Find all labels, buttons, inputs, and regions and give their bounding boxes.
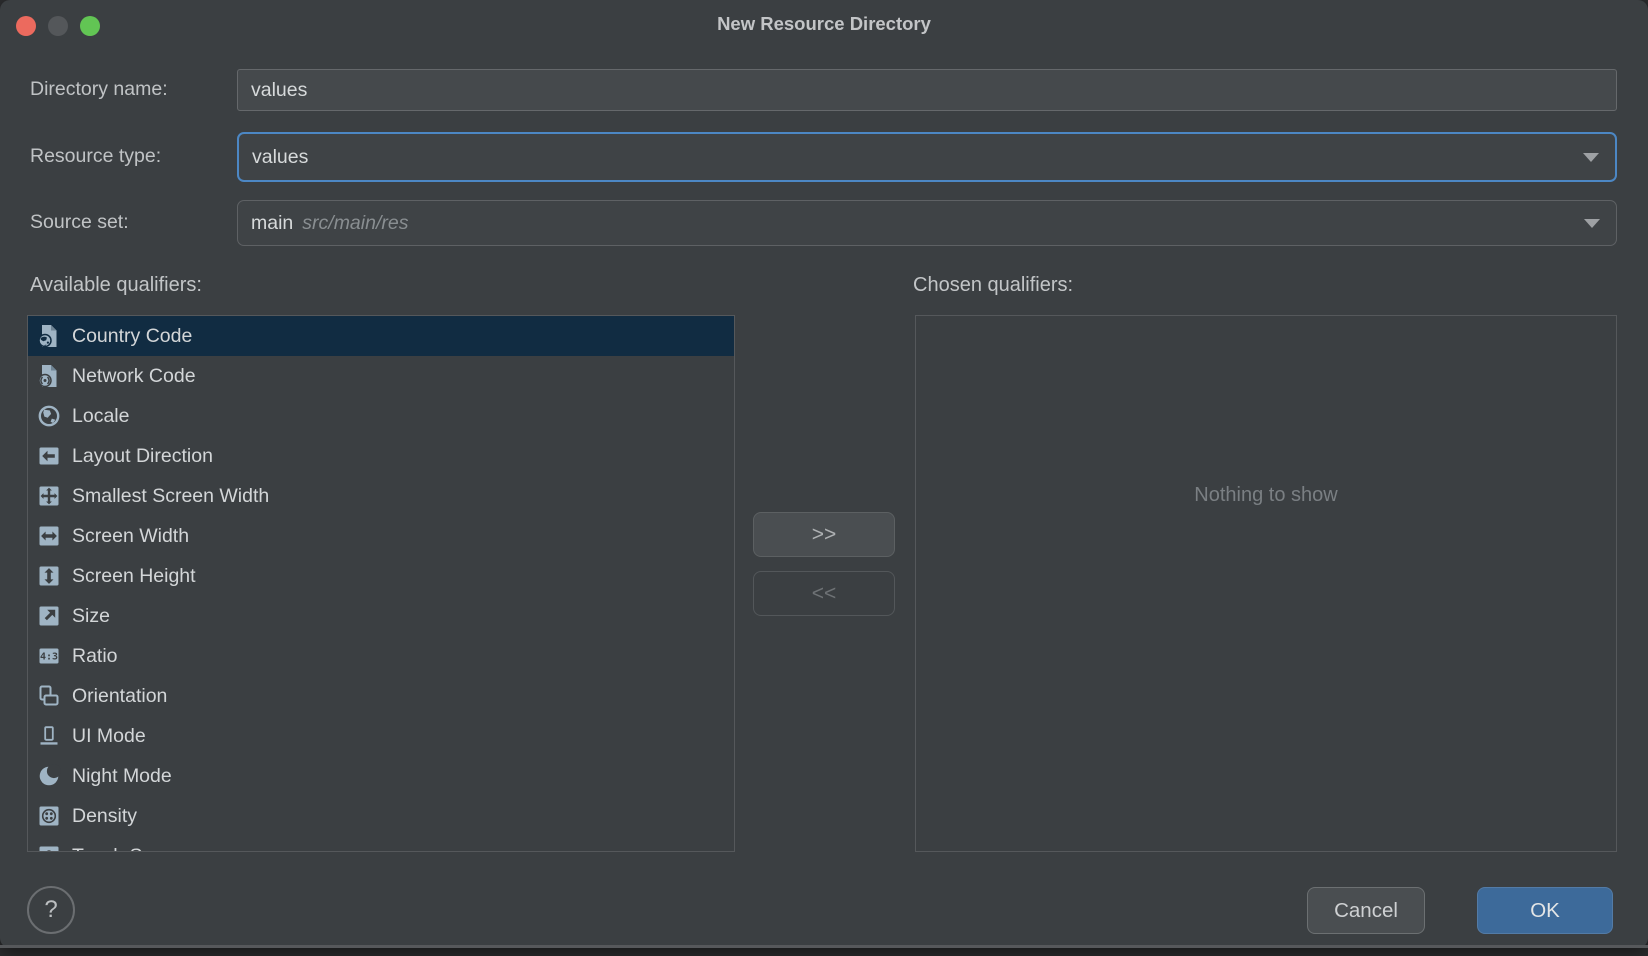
qualifier-item[interactable]: Locale xyxy=(28,396,734,436)
qualifier-item-label: Screen Width xyxy=(72,525,189,548)
qualifier-item[interactable]: Screen Height xyxy=(28,556,734,596)
qualifier-item[interactable]: UI Mode xyxy=(28,716,734,756)
qualifier-item[interactable]: Night Mode xyxy=(28,756,734,796)
qualifier-item-label: Network Code xyxy=(72,365,196,388)
help-button[interactable]: ? xyxy=(27,886,75,934)
directory-name-input[interactable] xyxy=(237,69,1617,111)
qualifier-item-label: Night Mode xyxy=(72,765,172,788)
qualifier-item-label: Country Code xyxy=(72,325,192,348)
resource-type-dropdown[interactable]: values xyxy=(237,132,1617,182)
smallest-screen-width-icon xyxy=(37,484,61,508)
qualifier-item-label: Ratio xyxy=(72,645,118,668)
window-bottom-edge xyxy=(0,945,1648,948)
qualifier-item[interactable]: Network Code xyxy=(28,356,734,396)
size-icon xyxy=(37,604,61,628)
file-globe-icon xyxy=(37,324,61,348)
qualifier-item-label: Orientation xyxy=(72,685,167,708)
qualifier-item[interactable]: Size xyxy=(28,596,734,636)
qualifier-item[interactable]: Orientation xyxy=(28,676,734,716)
qualifier-item[interactable]: Density xyxy=(28,796,734,836)
resource-type-value: values xyxy=(252,146,308,169)
screen-height-icon xyxy=(37,564,61,588)
source-set-path-hint: src/main/res xyxy=(302,212,408,235)
qualifier-item-label: Locale xyxy=(72,405,129,428)
file-network-icon xyxy=(37,364,61,388)
ui-mode-icon xyxy=(37,724,61,748)
orientation-icon xyxy=(37,684,61,708)
resource-type-label: Resource type: xyxy=(30,145,161,168)
chosen-qualifiers-label: Chosen qualifiers: xyxy=(913,274,1073,297)
move-left-button[interactable]: << xyxy=(753,571,895,616)
qualifier-item[interactable]: Layout Direction xyxy=(28,436,734,476)
qualifier-item-label: Screen Height xyxy=(72,565,196,588)
qualifier-item-label: Smallest Screen Width xyxy=(72,485,269,508)
chosen-qualifiers-list[interactable]: Nothing to show xyxy=(915,315,1617,852)
qualifier-item-label: UI Mode xyxy=(72,725,146,748)
ok-button[interactable]: OK xyxy=(1477,887,1613,934)
layout-direction-icon xyxy=(37,444,61,468)
qualifier-item[interactable]: Touch Screen xyxy=(28,836,734,852)
source-set-dropdown[interactable]: main src/main/res xyxy=(237,200,1617,246)
chevron-down-icon xyxy=(1583,153,1599,162)
cancel-button[interactable]: Cancel xyxy=(1307,887,1425,934)
qualifier-item-label: Layout Direction xyxy=(72,445,213,468)
new-resource-directory-dialog: New Resource Directory Directory name: R… xyxy=(0,0,1648,948)
empty-list-message: Nothing to show xyxy=(916,484,1616,507)
qualifier-item-label: Size xyxy=(72,605,110,628)
qualifier-item[interactable]: Screen Width xyxy=(28,516,734,556)
move-right-button[interactable]: >> xyxy=(753,512,895,557)
qualifier-item-label: Density xyxy=(72,805,137,828)
svg-text:4:3: 4:3 xyxy=(40,652,58,663)
available-qualifiers-label: Available qualifiers: xyxy=(30,274,202,297)
directory-name-label: Directory name: xyxy=(30,78,168,101)
night-mode-icon xyxy=(37,764,61,788)
titlebar: New Resource Directory xyxy=(0,0,1648,52)
qualifier-item-label: Touch Screen xyxy=(72,845,191,853)
source-set-value: main xyxy=(251,212,293,235)
dialog-title: New Resource Directory xyxy=(0,13,1648,35)
available-qualifiers-list[interactable]: Country Code Network Code Locale Layout Dir… xyxy=(27,315,735,852)
chevron-down-icon xyxy=(1584,219,1600,228)
ratio-icon: 4:3 xyxy=(37,644,61,668)
qualifier-item[interactable]: Smallest Screen Width xyxy=(28,476,734,516)
qualifier-item[interactable]: Country Code xyxy=(28,316,734,356)
source-set-label: Source set: xyxy=(30,211,129,234)
touch-screen-icon xyxy=(37,844,61,852)
qualifier-item[interactable]: 4:3 Ratio xyxy=(28,636,734,676)
globe-icon xyxy=(37,404,61,428)
density-icon xyxy=(37,804,61,828)
screen-width-icon xyxy=(37,524,61,548)
